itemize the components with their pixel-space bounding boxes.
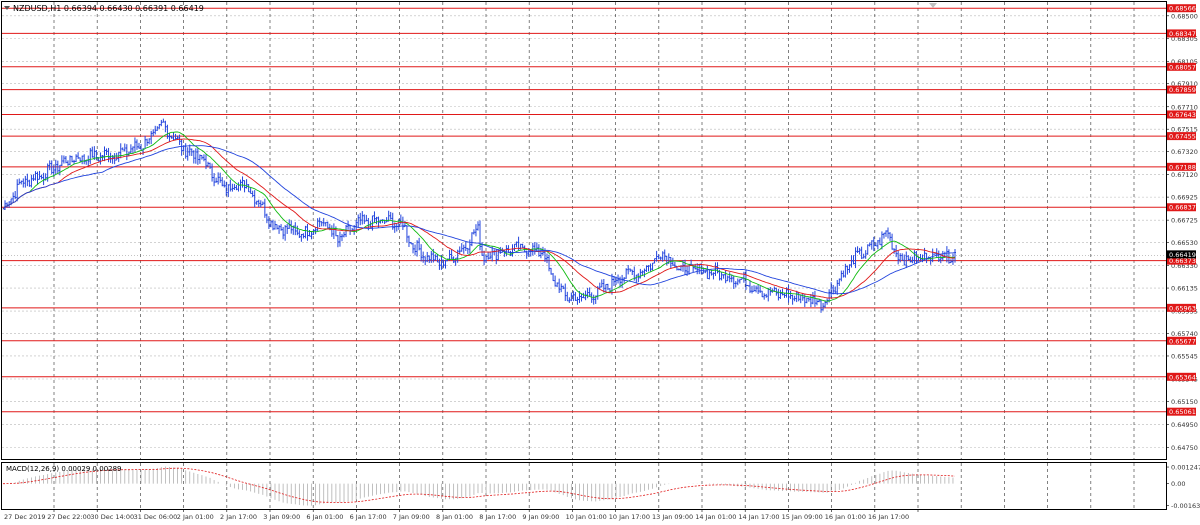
time-axis-label: 2 Jan 01:00 <box>177 513 214 521</box>
price-tick-label: 0.66530 <box>1171 239 1198 247</box>
symbol-header: NZDUSD,H1 0.66394 0.66430 0.66391 0.6641… <box>4 4 204 13</box>
time-axis-label: 2 Jan 17:00 <box>220 513 257 521</box>
chart-background <box>0 0 1200 525</box>
price-tick-label: 0.67120 <box>1171 171 1198 179</box>
time-axis-label: 31 Dec 06:00 <box>134 513 178 521</box>
level-label-text: 0.67643 <box>1169 111 1196 119</box>
macd-tick-label: 0.001247 <box>1171 464 1200 472</box>
time-axis-label: 13 Jan 09:00 <box>652 513 693 521</box>
price-tick-label: 0.65150 <box>1171 398 1198 406</box>
time-axis-label: 10 Jan 17:00 <box>609 513 650 521</box>
price-tick-label: 0.66725 <box>1171 217 1198 225</box>
price-tick-label: 0.64750 <box>1171 444 1198 452</box>
level-label-text: 0.65677 <box>1169 337 1196 345</box>
price-tick-label: 0.66925 <box>1171 194 1198 202</box>
time-axis-label: 7 Jan 09:00 <box>393 513 430 521</box>
time-axis-label: 10 Jan 01:00 <box>566 513 607 521</box>
time-axis-label: 15 Jan 09:00 <box>782 513 823 521</box>
time-axis-label: 27 Dec 22:00 <box>47 513 91 521</box>
level-label-text: 0.65061 <box>1169 408 1196 416</box>
macd-tick-label: 0.00 <box>1171 480 1185 488</box>
time-axis-label: 6 Jan 17:00 <box>350 513 387 521</box>
time-axis-label: 8 Jan 01:00 <box>436 513 473 521</box>
current-price-value: 0.66419 <box>1169 251 1196 259</box>
time-axis-label: 3 Jan 09:00 <box>263 513 300 521</box>
level-label-text: 0.68057 <box>1169 63 1196 71</box>
time-axis-label: 27 Dec 2019 <box>4 513 46 521</box>
time-axis-label: 16 Jan 01:00 <box>825 513 866 521</box>
time-axis-label: 14 Jan 17:00 <box>738 513 779 521</box>
time-axis-label: 14 Jan 01:00 <box>695 513 736 521</box>
price-tick-label: 0.65545 <box>1171 352 1198 360</box>
level-label-text: 0.68347 <box>1169 30 1196 38</box>
price-tick-label: 0.64950 <box>1171 421 1198 429</box>
level-label-text: 0.67188 <box>1169 163 1196 171</box>
time-axis-label: 16 Jan 17:00 <box>868 513 909 521</box>
time-axis-label: 6 Jan 01:00 <box>306 513 343 521</box>
macd-label: MACD(12,26,9) 0.00029 0.00289 <box>6 465 122 473</box>
level-label-text: 0.65963 <box>1169 304 1196 312</box>
price-tick-label: 0.68500 <box>1171 12 1198 20</box>
time-axis-label: 9 Jan 09:00 <box>522 513 559 521</box>
level-label-text: 0.66837 <box>1169 204 1196 212</box>
time-axis-label: 30 Dec 14:00 <box>90 513 134 521</box>
level-label-text: 0.68566 <box>1169 5 1196 13</box>
level-label-text: 0.65364 <box>1169 373 1196 381</box>
current-price-label: 0.66419 <box>1167 250 1196 259</box>
level-label-text: 0.67455 <box>1169 133 1196 141</box>
price-tick-label: 0.66135 <box>1171 285 1198 293</box>
time-axis-label: 8 Jan 17:00 <box>479 513 516 521</box>
trading-chart-window[interactable]: NZDUSD,H1 0.66394 0.66430 0.66391 0.6641… <box>0 0 1200 525</box>
level-label-text: 0.67859 <box>1169 86 1196 94</box>
macd-tick-label: -0.001638 <box>1171 502 1200 510</box>
price-tick-label: 0.67320 <box>1171 148 1198 156</box>
symbol-title: NZDUSD,H1 0.66394 0.66430 0.66391 0.6641… <box>13 4 204 13</box>
